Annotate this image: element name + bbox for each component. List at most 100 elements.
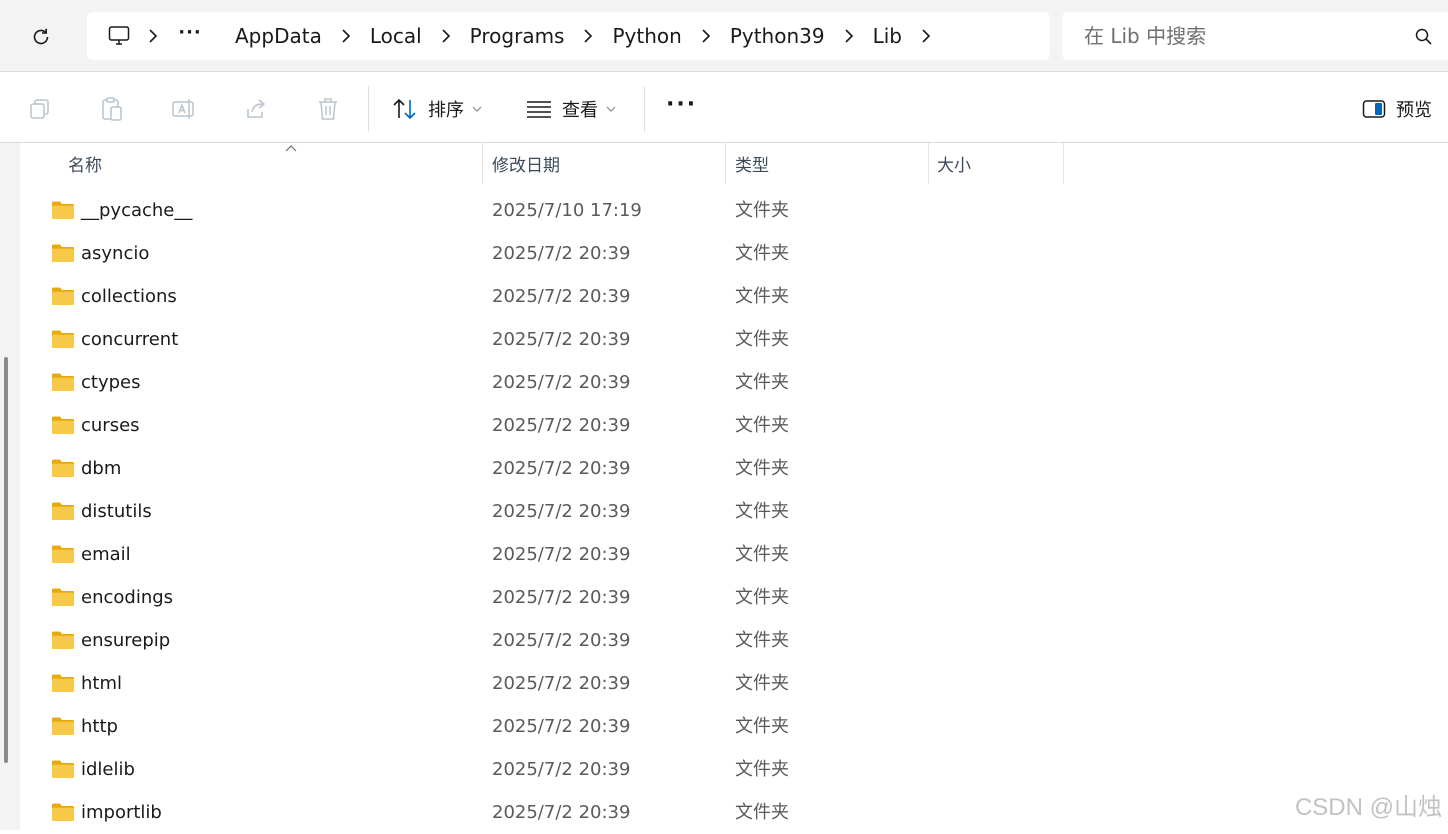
file-type: 文件夹 (735, 329, 789, 350)
file-name: http (81, 716, 118, 737)
scrollbar-track[interactable] (0, 143, 20, 830)
file-row[interactable]: email 2025/7/2 20:39 文件夹 (20, 533, 1448, 576)
file-row[interactable]: encodings 2025/7/2 20:39 文件夹 (20, 576, 1448, 619)
column-header-name[interactable]: 名称 (68, 143, 482, 184)
paste-button[interactable] (100, 92, 124, 126)
file-type: 文件夹 (735, 372, 789, 393)
copy-button[interactable] (28, 92, 52, 126)
folder-icon (52, 588, 74, 606)
file-row[interactable]: importlib 2025/7/2 20:39 文件夹 (20, 791, 1448, 834)
column-header-size[interactable]: 大小 (937, 143, 1063, 184)
trash-icon (319, 98, 337, 120)
folder-icon (52, 803, 74, 821)
column-modified-label: 修改日期 (492, 156, 560, 176)
search-input[interactable] (1062, 12, 1448, 60)
chevron-right-icon[interactable] (326, 21, 366, 51)
paste-icon (102, 97, 122, 121)
file-row[interactable]: asyncio 2025/7/2 20:39 文件夹 (20, 232, 1448, 275)
breadcrumb-overflow-button[interactable]: ··· (173, 22, 207, 43)
folder-icon (52, 502, 74, 520)
folder-icon (52, 287, 74, 305)
file-type: 文件夹 (735, 759, 789, 780)
folder-icon (52, 459, 74, 477)
delete-button[interactable] (316, 92, 340, 126)
file-type: 文件夹 (735, 200, 789, 221)
file-name: dbm (81, 458, 122, 479)
file-type: 文件夹 (735, 415, 789, 436)
file-row[interactable]: ensurepip 2025/7/2 20:39 文件夹 (20, 619, 1448, 662)
file-modified-date: 2025/7/2 20:39 (492, 329, 631, 350)
file-row[interactable]: idlelib 2025/7/2 20:39 文件夹 (20, 748, 1448, 791)
folder-icon (52, 330, 74, 348)
folder-icon (52, 416, 74, 434)
file-row[interactable]: __pycache__ 2025/7/10 17:19 文件夹 (20, 189, 1448, 232)
file-row[interactable]: ctypes 2025/7/2 20:39 文件夹 (20, 361, 1448, 404)
file-name: idlelib (81, 759, 135, 780)
file-modified-date: 2025/7/2 20:39 (492, 372, 631, 393)
file-modified-date: 2025/7/2 20:39 (492, 243, 631, 264)
breadcrumb-lib[interactable]: Lib (869, 24, 906, 48)
file-row[interactable]: dbm 2025/7/2 20:39 文件夹 (20, 447, 1448, 490)
file-row[interactable]: distutils 2025/7/2 20:39 文件夹 (20, 490, 1448, 533)
toolbar-divider (644, 86, 645, 132)
more-options-button[interactable]: ··· (666, 92, 697, 126)
breadcrumb[interactable]: ··· AppData Local Programs Python Python… (87, 12, 1050, 60)
chevron-right-icon[interactable] (426, 21, 466, 51)
chevron-down-icon (472, 106, 482, 112)
chevron-down-icon (606, 106, 616, 112)
scrollbar-thumb[interactable] (4, 357, 8, 763)
breadcrumb-programs[interactable]: Programs (466, 24, 569, 48)
chevron-right-icon[interactable] (829, 21, 869, 51)
file-rows: __pycache__ 2025/7/10 17:19 文件夹 asyncio … (20, 189, 1448, 834)
file-row[interactable]: collections 2025/7/2 20:39 文件夹 (20, 275, 1448, 318)
file-type: 文件夹 (735, 716, 789, 737)
rename-button[interactable] (171, 92, 197, 126)
file-modified-date: 2025/7/2 20:39 (492, 802, 631, 823)
chevron-right-icon[interactable] (207, 21, 231, 51)
file-modified-date: 2025/7/2 20:39 (492, 716, 631, 737)
file-name: curses (81, 415, 140, 436)
file-row[interactable]: concurrent 2025/7/2 20:39 文件夹 (20, 318, 1448, 361)
chevron-right-icon[interactable] (906, 21, 946, 51)
file-row[interactable]: html 2025/7/2 20:39 文件夹 (20, 662, 1448, 705)
file-row[interactable]: http 2025/7/2 20:39 文件夹 (20, 705, 1448, 748)
breadcrumb-python[interactable]: Python (608, 24, 685, 48)
column-divider[interactable] (928, 143, 929, 184)
view-list-icon (527, 101, 551, 118)
search-box[interactable] (1062, 12, 1448, 60)
this-pc-icon[interactable] (105, 22, 133, 50)
file-row[interactable]: curses 2025/7/2 20:39 文件夹 (20, 404, 1448, 447)
breadcrumb-local[interactable]: Local (366, 24, 426, 48)
refresh-button[interactable] (22, 18, 60, 56)
search-icon[interactable] (1414, 27, 1434, 47)
toolbar-divider (368, 86, 369, 132)
refresh-icon (33, 28, 49, 45)
column-header-modified[interactable]: 修改日期 (492, 143, 725, 184)
preview-pane-button[interactable]: 预览 (1362, 92, 1432, 126)
breadcrumb-appdata[interactable]: AppData (231, 24, 326, 48)
column-divider[interactable] (725, 143, 726, 184)
chevron-right-icon[interactable] (686, 21, 726, 51)
chevron-right-icon[interactable] (133, 21, 173, 51)
file-name: __pycache__ (81, 200, 193, 221)
folder-icon (52, 631, 74, 649)
breadcrumb-python39[interactable]: Python39 (726, 24, 829, 48)
file-type: 文件夹 (735, 544, 789, 565)
file-name: collections (81, 286, 177, 307)
column-name-label: 名称 (68, 156, 102, 176)
view-button[interactable]: 查看 (526, 92, 616, 126)
sort-button[interactable]: 排序 (392, 92, 482, 126)
column-header-type[interactable]: 类型 (735, 143, 928, 184)
watermark: CSDN @山烛 (1294, 794, 1442, 821)
column-size-label: 大小 (937, 156, 971, 176)
file-name: html (81, 673, 123, 694)
sort-label: 排序 (428, 100, 464, 121)
folder-icon (52, 373, 74, 391)
column-divider[interactable] (1063, 143, 1064, 184)
chevron-right-icon[interactable] (568, 21, 608, 51)
folder-icon (52, 244, 74, 262)
share-button[interactable] (244, 92, 268, 126)
column-divider[interactable] (482, 143, 483, 184)
file-modified-date: 2025/7/2 20:39 (492, 587, 631, 608)
file-name: encodings (81, 587, 174, 608)
